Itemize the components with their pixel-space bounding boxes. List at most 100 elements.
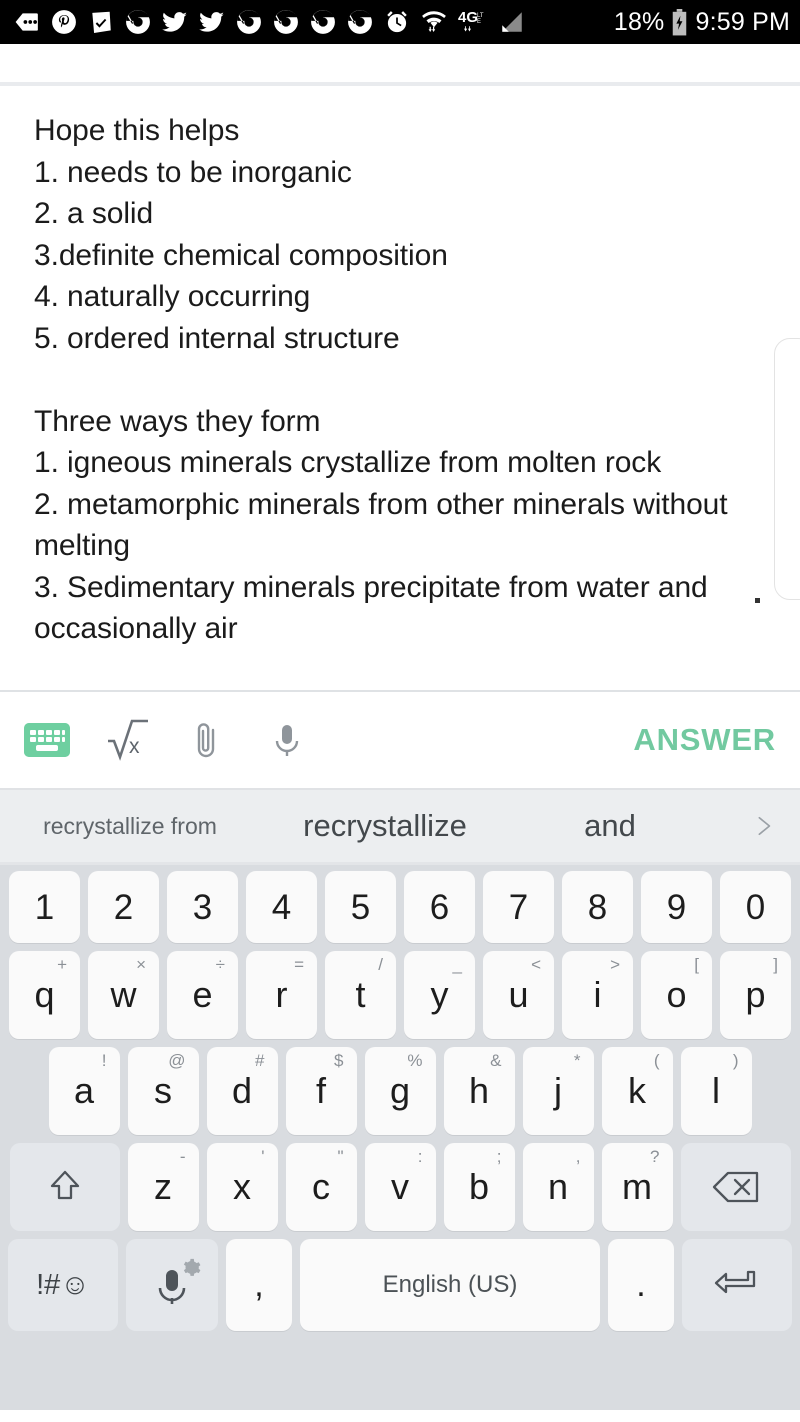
key-8[interactable]: 8 bbox=[562, 871, 633, 943]
mobile-data-4g-lte-icon: 4G LT E bbox=[458, 9, 488, 35]
chrome-icon bbox=[274, 10, 298, 34]
enter-return-icon bbox=[714, 1270, 756, 1294]
key-label: 8 bbox=[587, 887, 608, 927]
on-screen-keyboard: 1 2 3 4 5 6 7 8 9 0 + q × w ÷ e = r / t _ y < u… bbox=[0, 865, 800, 1410]
key-q[interactable]: + q bbox=[9, 951, 80, 1039]
key-l[interactable]: ) l bbox=[680, 1047, 752, 1135]
key-alt-label: , bbox=[575, 1147, 581, 1166]
period-key[interactable]: . bbox=[608, 1239, 674, 1331]
chrome-icon bbox=[237, 10, 261, 34]
battery-charging-icon bbox=[673, 8, 687, 35]
answer-submit-button[interactable]: ANSWER bbox=[633, 722, 776, 758]
answer-body-text: Hope this helps 1. needs to be inorganic… bbox=[34, 114, 728, 645]
key-label: m bbox=[622, 1166, 652, 1207]
math-button[interactable]: x bbox=[102, 715, 152, 765]
pinterest-icon bbox=[52, 10, 76, 34]
key-label: . bbox=[636, 1266, 646, 1304]
key-s[interactable]: @ s bbox=[127, 1047, 199, 1135]
key-m[interactable]: ? m bbox=[601, 1143, 673, 1231]
svg-text:E: E bbox=[477, 19, 481, 25]
battery-percent-label: 18% bbox=[613, 7, 665, 36]
keyboard-row-qwerty: + q × w ÷ e = r / t _ y < u > i [o ] p bbox=[4, 951, 796, 1039]
keyboard-row-bottom: !#☺ , English (US) . bbox=[4, 1239, 796, 1331]
answer-content-area[interactable]: Hope this helps 1. needs to be inorganic… bbox=[0, 86, 800, 690]
side-scroll-panel[interactable] bbox=[774, 338, 800, 600]
key-g[interactable]: % g bbox=[364, 1047, 436, 1135]
svg-text:x: x bbox=[129, 735, 140, 758]
key-x[interactable]: ' x bbox=[206, 1143, 278, 1231]
phone-screen: 4G LT E 18% 9:59 PM Hope this helps 1. n… bbox=[0, 0, 800, 1422]
key-alt-label: " bbox=[337, 1147, 344, 1166]
wifi-icon bbox=[422, 11, 446, 32]
symbols-key[interactable]: !#☺ bbox=[8, 1239, 118, 1331]
key-alt-label: ) bbox=[732, 1051, 739, 1070]
key-k[interactable]: (k bbox=[601, 1047, 673, 1135]
key-label: r bbox=[275, 974, 288, 1015]
shift-key[interactable] bbox=[9, 1143, 120, 1231]
key-label: j bbox=[554, 1070, 562, 1111]
key-2[interactable]: 2 bbox=[88, 871, 159, 943]
key-alt-label: ? bbox=[650, 1147, 660, 1166]
key-z[interactable]: -z bbox=[127, 1143, 199, 1231]
key-d[interactable]: # d bbox=[206, 1047, 278, 1135]
chrome-icon bbox=[126, 10, 150, 34]
key-label: s bbox=[154, 1070, 172, 1111]
composer-toolbar: x ANSWER bbox=[0, 692, 800, 788]
suggestion-item[interactable]: recrystallize bbox=[260, 808, 510, 844]
key-t[interactable]: / t bbox=[325, 951, 396, 1039]
twitter-icon bbox=[199, 12, 224, 32]
key-9[interactable]: 9 bbox=[641, 871, 712, 943]
key-1[interactable]: 1 bbox=[9, 871, 80, 943]
key-5[interactable]: 5 bbox=[325, 871, 396, 943]
key-b[interactable]: ; b bbox=[443, 1143, 515, 1231]
key-alt-label: + bbox=[57, 955, 67, 974]
key-alt-label: > bbox=[610, 955, 620, 974]
key-j[interactable]: * j bbox=[522, 1047, 594, 1135]
key-label: u bbox=[508, 974, 529, 1015]
chrome-icon bbox=[311, 10, 335, 34]
keyboard-button[interactable] bbox=[22, 715, 72, 765]
keyboard-icon bbox=[24, 723, 70, 757]
alarm-clock-icon bbox=[387, 11, 407, 33]
key-u[interactable]: < u bbox=[483, 951, 554, 1039]
key-p[interactable]: ] p bbox=[720, 951, 791, 1039]
key-4[interactable]: 4 bbox=[246, 871, 317, 943]
key-o[interactable]: [o bbox=[641, 951, 712, 1039]
enter-key[interactable] bbox=[682, 1239, 792, 1331]
mic-button[interactable] bbox=[262, 715, 312, 765]
key-h[interactable]: & h bbox=[443, 1047, 515, 1135]
comma-key[interactable]: , bbox=[226, 1239, 292, 1331]
attach-button[interactable] bbox=[182, 715, 232, 765]
key-3[interactable]: 3 bbox=[167, 871, 238, 943]
key-6[interactable]: 6 bbox=[404, 871, 475, 943]
key-label: g bbox=[389, 1070, 411, 1111]
key-label: !#☺ bbox=[36, 1268, 90, 1301]
suggestion-item[interactable]: recrystallize from bbox=[0, 813, 260, 840]
key-alt-label: - bbox=[179, 1147, 186, 1166]
key-alt-label: ( bbox=[653, 1051, 660, 1070]
key-a[interactable]: ! a bbox=[48, 1047, 120, 1135]
space-key[interactable]: English (US) bbox=[300, 1239, 600, 1331]
key-w[interactable]: × w bbox=[88, 951, 159, 1039]
key-e[interactable]: ÷ e bbox=[167, 951, 238, 1039]
key-0[interactable]: 0 bbox=[720, 871, 791, 943]
key-i[interactable]: > i bbox=[562, 951, 633, 1039]
key-alt-label: * bbox=[573, 1051, 581, 1070]
suggestion-strip: recrystallize from recrystallize and bbox=[0, 790, 800, 862]
key-n[interactable]: ,n bbox=[522, 1143, 594, 1231]
key-alt-label: # bbox=[255, 1051, 265, 1070]
key-alt-label: ' bbox=[261, 1147, 265, 1166]
gear-icon bbox=[183, 1258, 201, 1276]
key-v[interactable]: :v bbox=[364, 1143, 436, 1231]
key-r[interactable]: = r bbox=[246, 951, 317, 1039]
key-7[interactable]: 7 bbox=[483, 871, 554, 943]
key-alt-label: & bbox=[490, 1051, 502, 1070]
key-y[interactable]: _ y bbox=[404, 951, 475, 1039]
key-label: k bbox=[628, 1070, 646, 1111]
chevron-right-icon[interactable] bbox=[752, 815, 774, 837]
key-c[interactable]: " c bbox=[285, 1143, 357, 1231]
voice-input-key[interactable] bbox=[126, 1239, 218, 1331]
key-f[interactable]: $ f bbox=[285, 1047, 357, 1135]
suggestion-item[interactable]: and bbox=[510, 808, 710, 844]
backspace-key[interactable] bbox=[680, 1143, 791, 1231]
